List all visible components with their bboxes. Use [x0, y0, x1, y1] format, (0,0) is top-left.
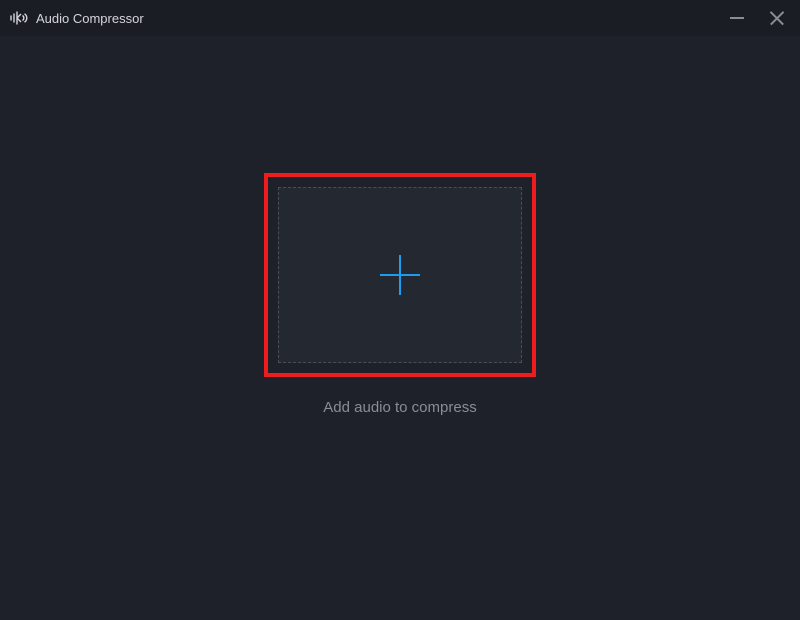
close-icon — [769, 10, 785, 26]
window-title: Audio Compressor — [36, 11, 144, 26]
main-content: Add audio to compress — [0, 36, 800, 620]
audio-compressor-icon — [10, 11, 28, 25]
close-button[interactable] — [766, 7, 788, 29]
minimize-button[interactable] — [726, 7, 748, 29]
titlebar: Audio Compressor — [0, 0, 800, 36]
window-controls — [726, 7, 788, 29]
plus-icon — [380, 255, 420, 295]
titlebar-left: Audio Compressor — [10, 11, 144, 26]
instruction-text: Add audio to compress — [264, 399, 536, 416]
minimize-icon — [730, 17, 744, 19]
add-audio-dropzone[interactable] — [278, 187, 522, 363]
drop-area-wrapper: Add audio to compress — [264, 173, 536, 416]
highlight-box — [264, 173, 536, 377]
